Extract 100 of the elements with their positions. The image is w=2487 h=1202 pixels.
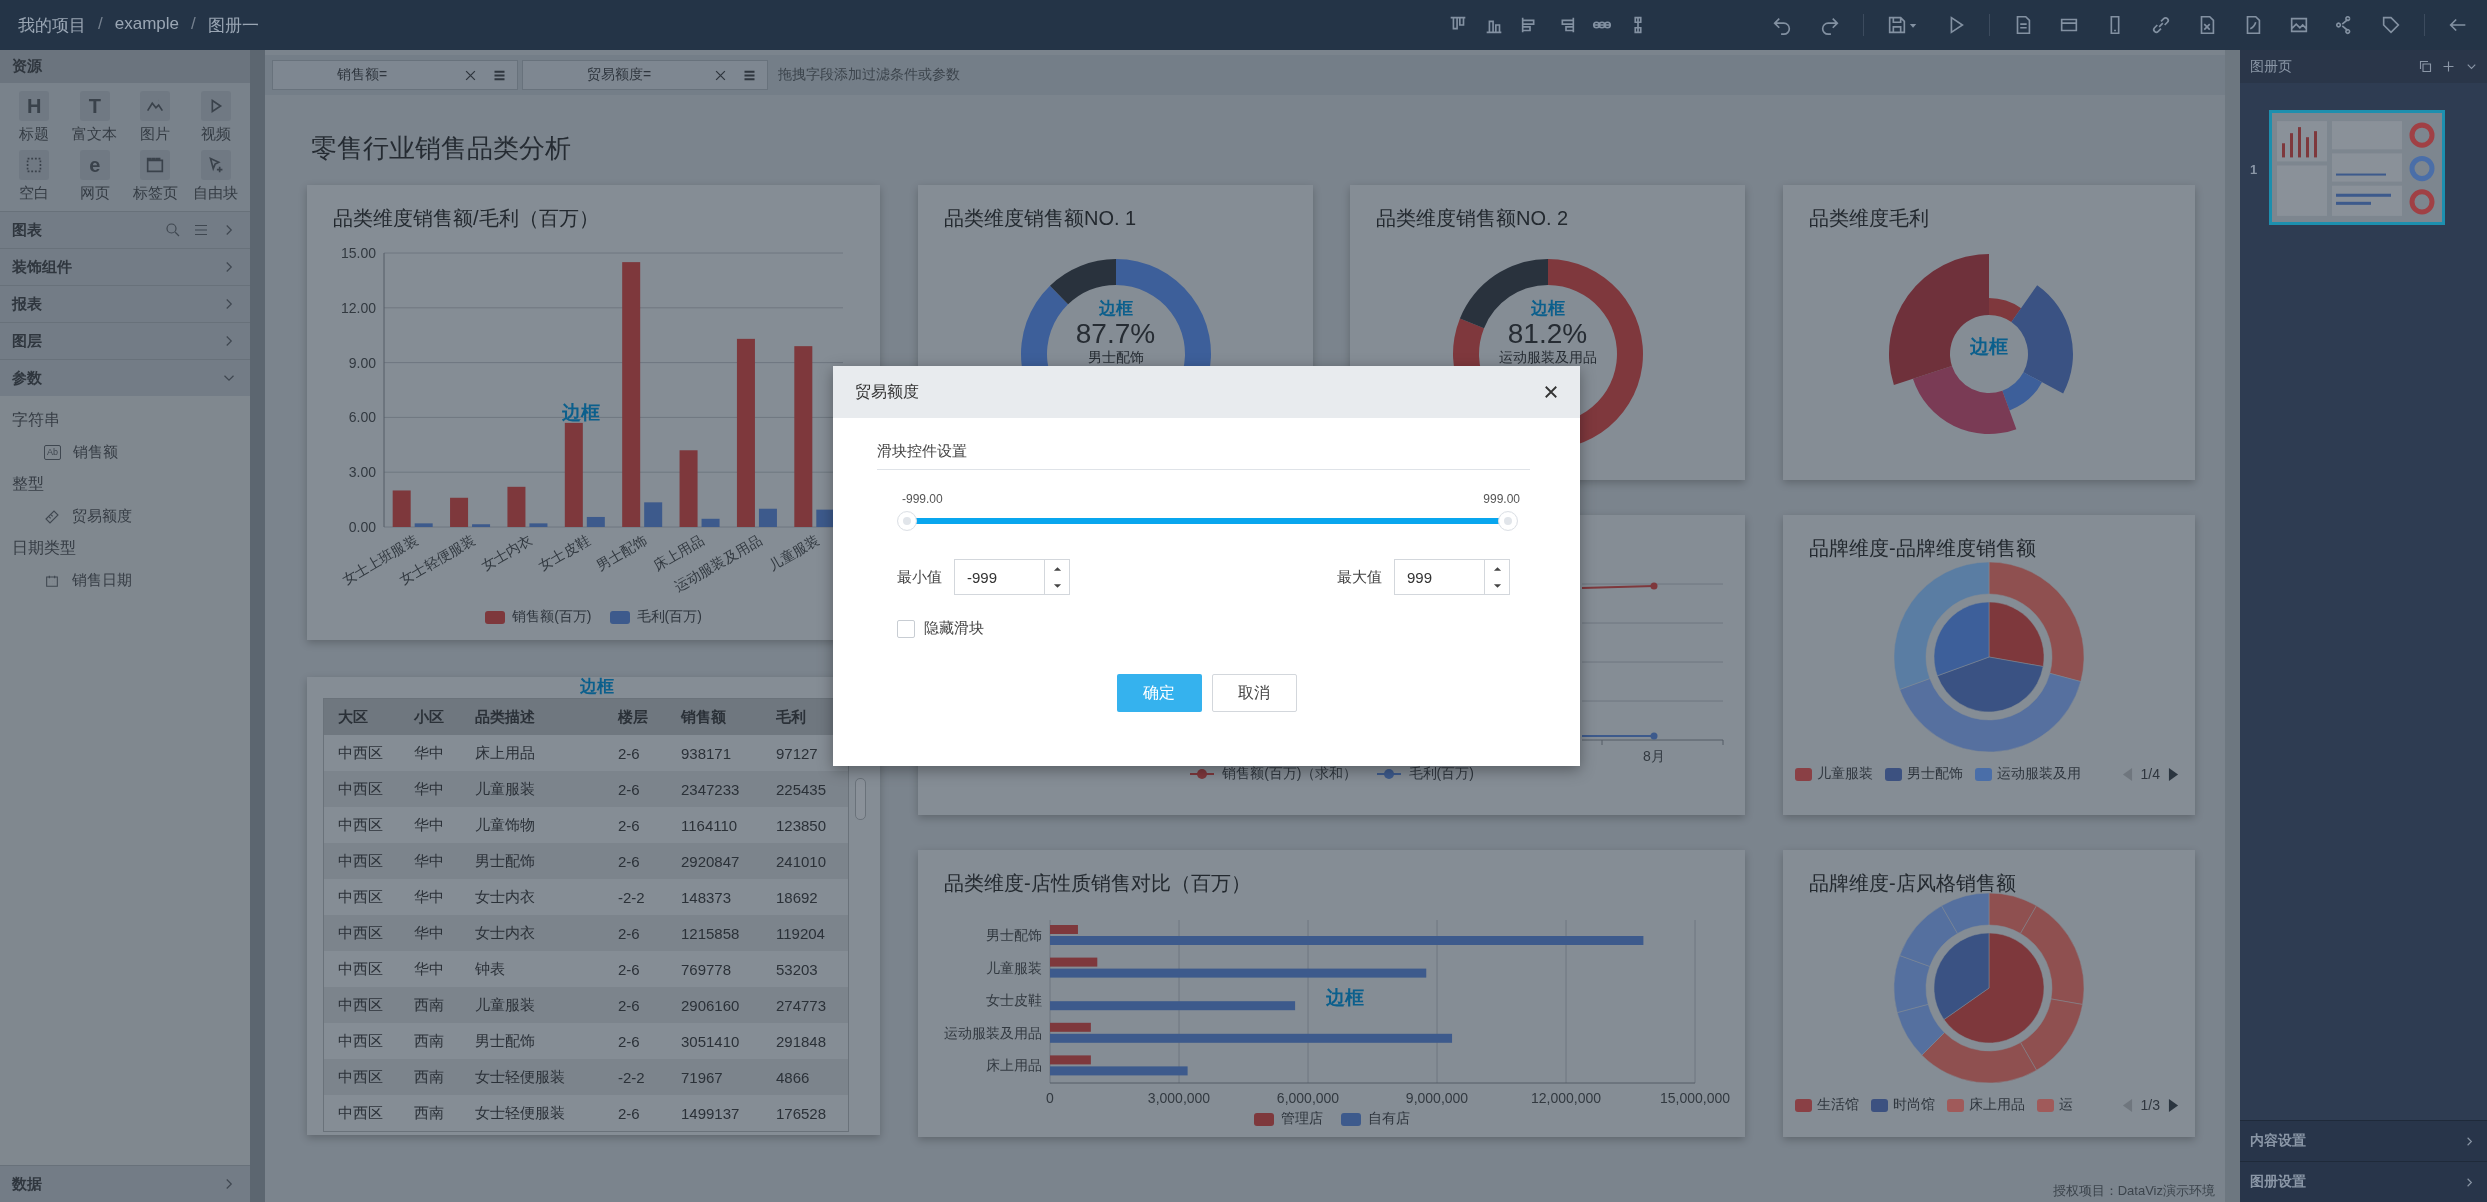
legend-label[interactable]: 儿童服装 [1817,765,1873,783]
page-indicator: 1/4 [2140,766,2160,782]
table-cell: 西南 [400,1023,461,1059]
number-input[interactable]: 999 [1394,559,1510,595]
category-label: 运动服装及用品 [1498,349,1597,365]
pointer-plus-icon [200,150,231,180]
breadcrumb-separator: / [191,13,196,35]
widget-icon: H [19,91,50,121]
section-header[interactable]: 图册设置 [2240,1161,2487,1202]
link-icon[interactable] [2150,14,2172,36]
section-header[interactable]: 报表 [0,285,250,322]
table-cell: 华中 [400,843,461,879]
bar [701,518,720,527]
border-label: 边框 [1969,335,2009,359]
parameter-item[interactable]: 贸易额度 [0,501,250,532]
parameter-item[interactable]: 销售日期 [0,565,250,596]
section-header[interactable]: 参数 [0,359,250,396]
dashed-square-icon [19,150,50,180]
axis-label: 3,000,000 [1147,1090,1211,1106]
widget-item[interactable]: 图片 [125,91,186,144]
breadcrumb-separator: / [98,13,103,35]
section-header[interactable]: 数据 [0,1165,250,1202]
legend-label[interactable]: 运 [2059,1096,2073,1114]
table-cell: 938171 [667,735,762,771]
legend-label[interactable]: 毛利(百万) [636,608,702,626]
section-header[interactable]: 内容设置 [2240,1120,2487,1161]
widget-item[interactable]: 视频 [185,91,246,144]
axis-label: 0.00 [348,519,376,535]
checkbox[interactable] [897,619,915,638]
legend-label[interactable]: 运动服装及用 [1997,765,2081,783]
checkbox-label[interactable]: 隐藏滑块 [924,619,984,638]
next-page-icon[interactable] [2168,766,2179,782]
filter-chip[interactable]: 贸易额度= [522,60,768,90]
table-cell: 中西区 [323,843,400,879]
decrement-icon[interactable] [1492,582,1502,589]
column-header: 大区 [323,698,400,735]
table-cell: 西南 [400,1059,461,1095]
breadcrumb-link[interactable]: 我的项目 [18,13,86,37]
search-icon[interactable] [164,221,182,239]
slider-thumb[interactable] [1498,511,1518,531]
widget-item[interactable]: H 标题 [4,91,65,144]
scrollbar-track[interactable] [2225,50,2240,1202]
copy-icon[interactable] [2418,59,2433,74]
table-cell: 女士内衣 [461,879,604,915]
increment-icon[interactable] [1492,565,1502,572]
table-cell: 3051410 [667,1023,762,1059]
settings-tab[interactable]: 滑块控件设置 [877,442,967,459]
breadcrumb-link[interactable]: example [114,13,179,37]
legend-label[interactable]: 时尚馆 [1893,1096,1935,1114]
widget-item[interactable]: 自由块 [185,150,246,203]
cancel-button[interactable]: 取消 [1211,674,1297,712]
legend-label[interactable]: 销售额(百万)（求和） [1222,765,1358,783]
table-cell: 2-6 [604,843,667,879]
number-input[interactable]: -999 [954,559,1070,595]
border-label: 边框 [562,401,600,425]
legend-label[interactable]: 男士配饰 [1907,765,1963,783]
bar [644,502,663,527]
bar [450,497,469,527]
close-icon[interactable] [1542,383,1560,401]
section-header[interactable]: 装饰组件 [0,248,250,285]
chart-title: 品类维度销售额/毛利（百万） [332,206,600,231]
filter-chip[interactable]: 销售额= [272,60,518,90]
table-cell: -2-2 [604,879,667,915]
table-cell: 2-6 [604,807,667,843]
table-cell: 2-6 [604,1023,667,1059]
plus-icon[interactable] [2441,59,2456,74]
legend-label[interactable]: 自有店 [1367,1110,1410,1128]
table-cell: 男士配饰 [461,1023,604,1059]
legend-label[interactable]: 管理店 [1280,1110,1323,1128]
axis-label: 男士配饰 [986,927,1042,943]
widget-item[interactable]: 标签页 [125,150,186,203]
widget-item[interactable]: T 富文本 [64,91,125,144]
decrement-icon[interactable] [1052,582,1062,589]
next-page-icon[interactable] [2168,1097,2179,1113]
bar [472,524,491,527]
confirm-button[interactable]: 确定 [1116,674,1202,712]
table-cell: 华中 [400,879,461,915]
tag-icon[interactable] [2380,14,2402,36]
legend-label[interactable]: 生活馆 [1817,1096,1859,1114]
axis-label: 儿童服装 [986,959,1042,976]
bar [816,509,835,527]
table-cell: 华中 [400,735,461,771]
widget-item[interactable]: e 网页 [64,150,125,203]
widget-item[interactable]: 空白 [4,150,65,203]
slider-thumb[interactable] [897,511,917,531]
table-cell: 儿童饰物 [461,807,604,843]
section-header[interactable]: 图层 [0,322,250,359]
axis-label: 女士皮鞋 [535,531,593,574]
section-header[interactable]: 图表 [0,211,250,248]
legend-label[interactable]: 销售额(百万) [512,608,592,626]
axis-label: 12.00 [340,299,376,316]
legend-label[interactable]: 床上用品 [1969,1096,2025,1114]
axis-label: 12,000,000 [1530,1090,1602,1106]
table-cell: 53203 [762,951,849,987]
axis-label: 6.00 [348,409,376,426]
axis-label: 9,000,000 [1405,1090,1469,1106]
save-menu-icon[interactable] [1886,14,1919,36]
scrollbar-thumb[interactable] [855,778,866,820]
legend-label[interactable]: 毛利(百万) [1408,765,1474,783]
increment-icon[interactable] [1052,565,1062,572]
